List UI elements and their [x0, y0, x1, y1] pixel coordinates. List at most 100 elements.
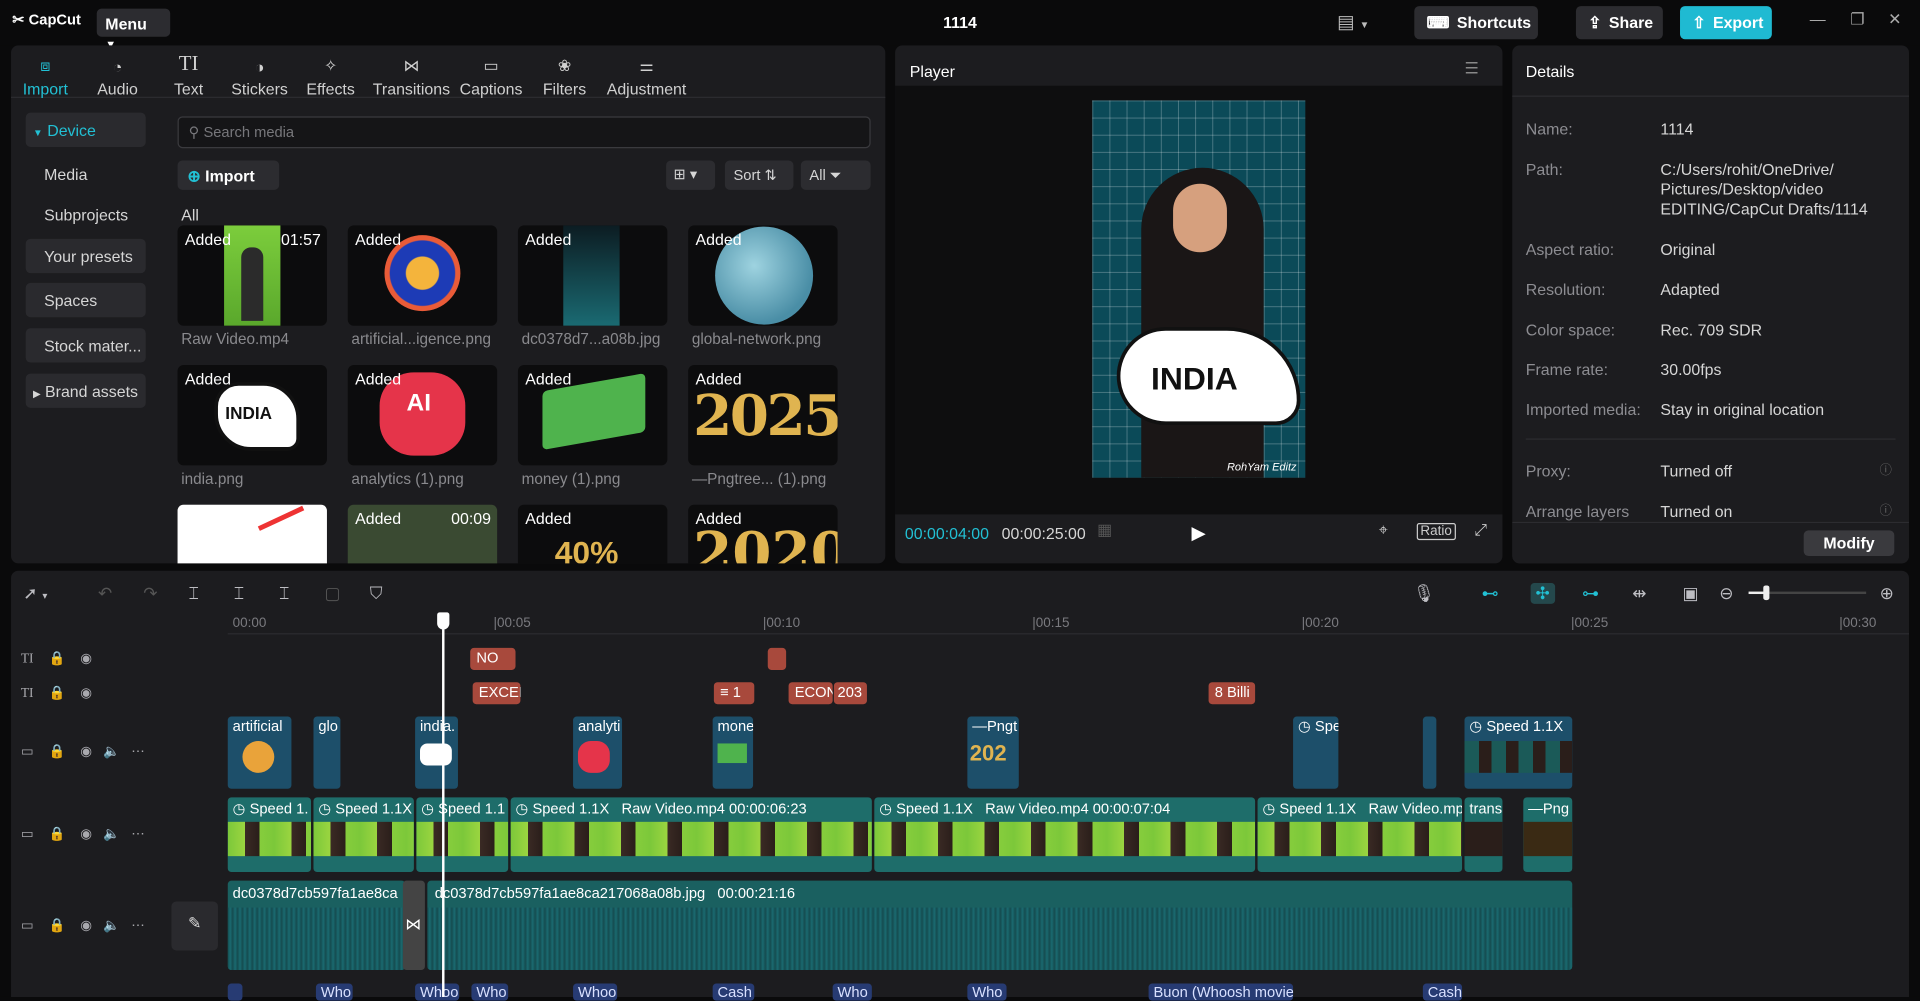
tab-adjustment[interactable]: ⚌ Adjustment — [602, 49, 690, 98]
cover-edit-button[interactable]: ✎ — [171, 901, 218, 951]
more-icon[interactable]: ⋯ — [131, 827, 144, 842]
video-clip[interactable]: ◷ Speed 1.1X Raw Video.mp4 00:00:07:04 — [874, 797, 1256, 873]
split-left-icon[interactable]: ⌶ — [234, 583, 244, 604]
video-clip[interactable]: ◷ Speed 1.1X Raw Video.mp — [1257, 797, 1463, 873]
split-icon[interactable]: ⌶ — [189, 583, 199, 604]
tab-effects[interactable]: ✧ Effects — [294, 49, 367, 98]
audio-clip[interactable]: Who — [967, 983, 1007, 1001]
media-card-jpg[interactable]: Added — [517, 225, 668, 326]
audio-clip[interactable]: Who — [315, 983, 353, 1001]
text-clip[interactable] — [767, 647, 787, 670]
eye-icon[interactable]: ◉ — [80, 686, 92, 701]
screenshot-icon[interactable]: ⌖ — [1379, 521, 1388, 541]
select-tool-icon[interactable]: ➚ ▾ — [23, 583, 47, 604]
tab-audio[interactable]: ◔ Audio — [81, 49, 154, 98]
media-card-2020[interactable]: Added 2020 — [688, 504, 838, 564]
tab-transitions[interactable]: ⋈ Transitions — [371, 49, 452, 98]
player-menu-icon[interactable]: ☰ — [1465, 59, 1479, 79]
lock-icon[interactable]: 🔒 — [49, 686, 66, 701]
shortcuts-button[interactable]: ⌨ Shortcuts — [1414, 6, 1538, 40]
overlay-clip[interactable]: —Pngt 202 — [967, 716, 1019, 789]
media-card-globe[interactable]: Added — [688, 225, 838, 326]
tab-filters[interactable]: ❀ Filters — [528, 49, 601, 98]
split-right-icon[interactable]: ⌶ — [279, 583, 289, 604]
info-icon[interactable]: ⓘ — [1880, 459, 1892, 477]
eye-icon[interactable]: ◉ — [80, 745, 92, 760]
layout-icon[interactable]: ▤ ▼ — [1337, 11, 1369, 33]
audio-clip[interactable]: Whoo — [415, 983, 460, 1001]
tab-stickers[interactable]: ◑ Stickers — [223, 49, 296, 98]
video-clip[interactable]: ◷ Speed 1. — [227, 797, 312, 873]
minimize-icon[interactable]: — — [1810, 10, 1826, 28]
sidebar-item-subprojects[interactable]: Subprojects — [26, 197, 146, 231]
text-clip[interactable]: 203 — [833, 682, 867, 705]
lock-icon[interactable]: 🔒 — [49, 652, 66, 667]
video-clip[interactable]: trans — [1464, 797, 1503, 873]
playhead[interactable] — [442, 622, 445, 997]
sort-button[interactable]: Sort ⇅ — [724, 160, 794, 190]
media-card-india[interactable]: INDIA Added — [177, 364, 327, 466]
text-clip[interactable]: EXCEP — [472, 682, 521, 705]
overlay-clip[interactable]: artificial — [227, 716, 292, 789]
media-card-chart[interactable] — [177, 504, 327, 564]
overlay-clip[interactable]: ◷ Spe — [1293, 716, 1339, 789]
media-card-ai[interactable]: Added — [347, 225, 498, 326]
text-clip[interactable]: ≡ 1 — [713, 682, 755, 705]
tab-captions[interactable]: ▭ Captions — [454, 49, 527, 98]
text-clip[interactable]: NO — [470, 647, 516, 670]
undo-icon[interactable]: ↶ — [98, 583, 112, 604]
image-clip[interactable]: dc0378d7cb597fa1ae8ca217068a08b.jpg 00:0… — [427, 880, 1573, 971]
maximize-icon[interactable]: ❐ — [1850, 10, 1864, 30]
sidebar-item-spaces[interactable]: Spaces — [25, 282, 146, 318]
link-icon[interactable]: ⊶ — [1582, 583, 1599, 604]
media-card-money[interactable]: Added — [517, 364, 668, 466]
redo-icon[interactable]: ↷ — [143, 583, 157, 604]
audio-clip[interactable]: Who — [471, 983, 509, 1001]
image-clip[interactable]: dc0378d7cb597fa1ae8ca — [227, 880, 406, 971]
sidebar-item-media[interactable]: Media — [26, 157, 146, 191]
media-card-video2[interactable]: Added 00:09 — [347, 504, 498, 564]
video-clip[interactable]: ◷ Speed 1.1 — [416, 797, 509, 873]
fullscreen-icon[interactable]: ⤢ — [1474, 521, 1487, 541]
overlay-clip[interactable]: glo — [313, 716, 341, 789]
audio-clip[interactable]: Whoo — [573, 983, 618, 1001]
close-icon[interactable]: ✕ — [1888, 10, 1901, 30]
audio-clip[interactable]: Cash — [1422, 983, 1463, 1001]
more-icon[interactable]: ⋯ — [131, 919, 144, 934]
preview-icon[interactable]: ▣ — [1682, 583, 1698, 604]
search-media-input[interactable]: ⚲ Search media — [177, 116, 871, 149]
tab-import[interactable]: ⧈ Import — [9, 49, 82, 98]
zoom-in-icon[interactable]: ⊕ — [1880, 583, 1894, 604]
delete-icon[interactable]: ▢ — [324, 583, 340, 604]
media-card-analytics[interactable]: AI Added — [347, 364, 498, 466]
zoom-out-icon[interactable]: ⊖ — [1719, 583, 1733, 604]
video-clip[interactable]: ◷ Speed 1.1X Raw Video.mp4 00:00:06:23 — [510, 797, 872, 873]
overlay-clip[interactable] — [1422, 716, 1437, 789]
view-toggle[interactable]: ⊞ ▾ — [666, 160, 716, 190]
sidebar-item-presets[interactable]: Your presets — [25, 238, 146, 274]
overlay-clip[interactable]: mone — [712, 716, 754, 789]
audio-clip[interactable]: Who — [832, 983, 872, 1001]
playhead-handle[interactable] — [437, 612, 450, 630]
import-button[interactable]: ⊕ Import — [177, 160, 280, 190]
more-icon[interactable]: ⋯ — [131, 745, 144, 760]
volume-icon[interactable]: 🔈 — [103, 919, 120, 934]
zoom-slider-handle[interactable] — [1763, 585, 1770, 601]
audio-clip[interactable]: Cash — [712, 983, 755, 1001]
video-clip[interactable]: ◷ Speed 1.1X — [313, 797, 414, 873]
sidebar-item-stock[interactable]: Stock mater... — [25, 328, 146, 363]
overlay-clip[interactable]: analyti — [573, 716, 623, 789]
audio-clip[interactable] — [227, 983, 243, 1001]
transition-marker[interactable]: ⋈ — [402, 880, 425, 971]
export-button[interactable]: ⇧ Export — [1680, 6, 1772, 40]
media-card-raw-video[interactable]: Added 01:57 — [177, 225, 327, 326]
marker-icon[interactable]: ⛉ — [370, 583, 383, 604]
eye-icon[interactable]: ◉ — [80, 919, 92, 934]
main-track-magnet-icon[interactable]: ⊷ — [1482, 583, 1499, 604]
ratio-button[interactable]: Ratio — [1416, 522, 1456, 541]
overlay-clip[interactable]: ◷ Speed 1.1X — [1464, 716, 1573, 789]
eye-icon[interactable]: ◉ — [80, 652, 92, 667]
video-clip[interactable]: —Png — [1523, 797, 1573, 873]
text-clip[interactable]: ECON — [788, 682, 833, 705]
sidebar-item-brand-assets[interactable]: ▶ Brand assets — [25, 373, 146, 408]
